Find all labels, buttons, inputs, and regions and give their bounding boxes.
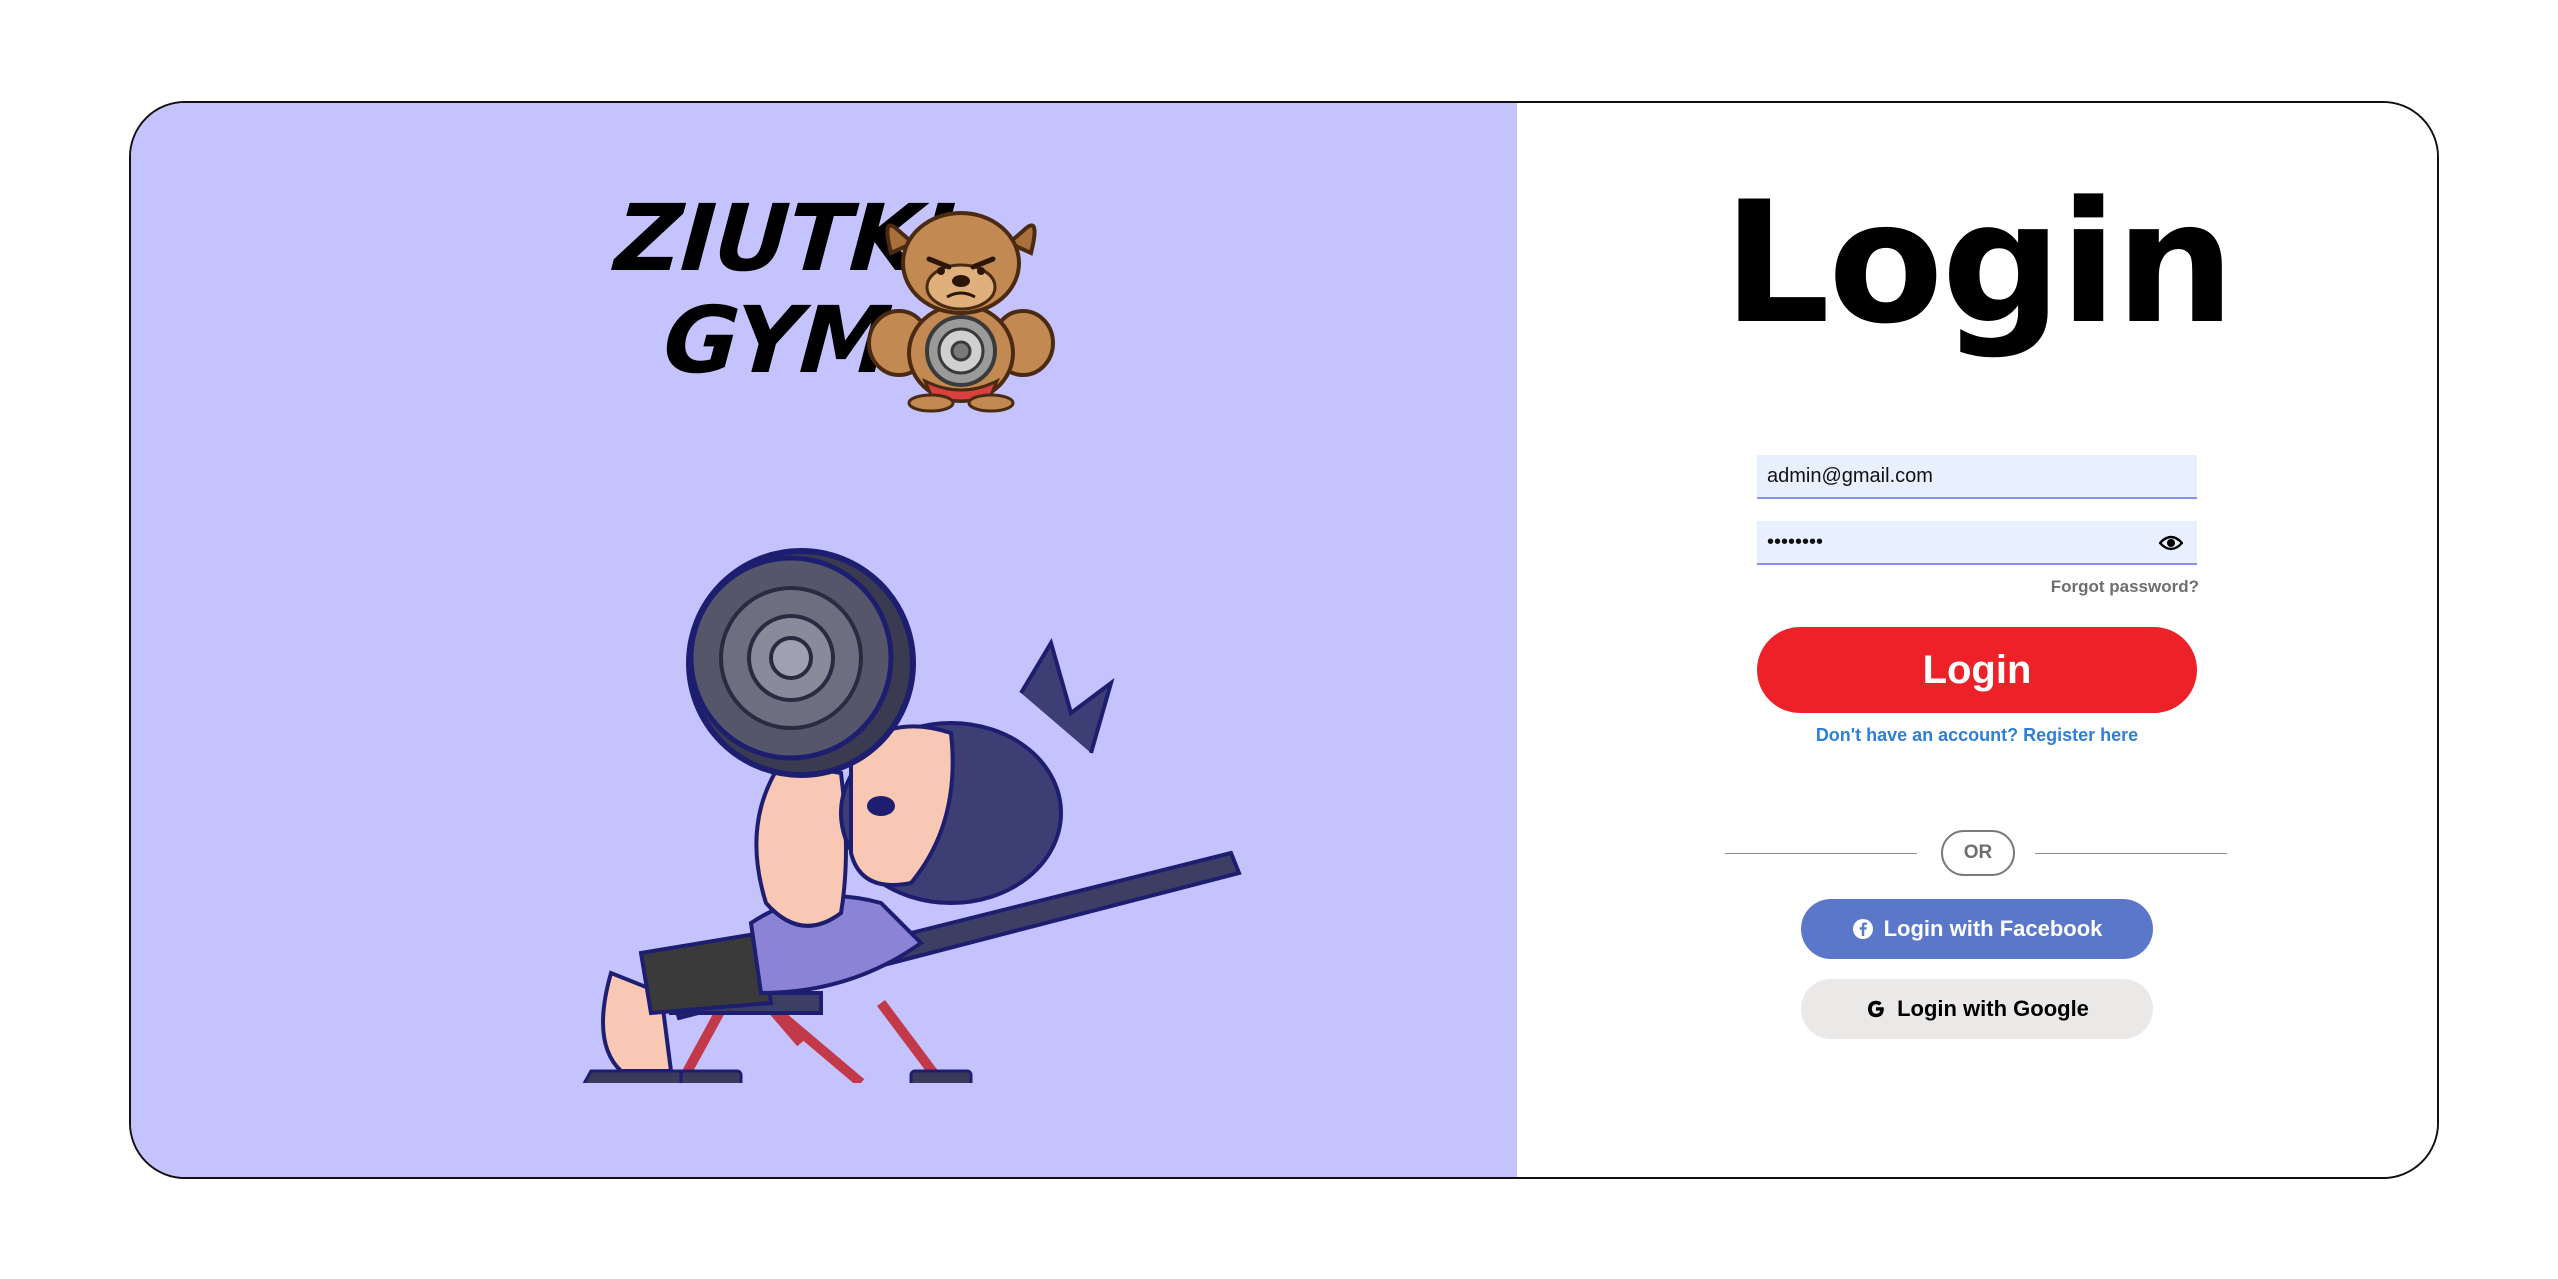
facebook-login-label: Login with Facebook bbox=[1883, 916, 2103, 941]
google-icon bbox=[1865, 998, 1887, 1020]
forgot-password-link[interactable]: Forgot password? bbox=[1957, 577, 2199, 597]
bench-press-illustration bbox=[582, 548, 1242, 1083]
login-panel: Login Forgot password? Login Don't have … bbox=[1517, 103, 2437, 1177]
divider-line-left bbox=[1725, 853, 1917, 854]
login-card: ZIUTKI GYM Login admin@gmail.com •••••••… bbox=[129, 101, 2439, 1179]
password-field[interactable] bbox=[1757, 521, 2197, 565]
google-login-button[interactable]: Login with Google bbox=[1801, 979, 2153, 1039]
divider-line-right bbox=[2035, 853, 2227, 854]
google-login-label: Login with Google bbox=[1897, 996, 2089, 1021]
email-field[interactable] bbox=[1757, 455, 2197, 499]
register-link[interactable]: Don't have an account? Register here bbox=[1657, 725, 2297, 746]
login-button[interactable]: Login bbox=[1757, 627, 2197, 713]
or-divider: OR bbox=[1941, 830, 2015, 876]
facebook-icon bbox=[1852, 918, 1874, 940]
eye-icon[interactable] bbox=[2157, 531, 2185, 555]
brand-panel: ZIUTKI GYM bbox=[131, 103, 1517, 1177]
facebook-login-button[interactable]: Login with Facebook bbox=[1801, 899, 2153, 959]
bulldog-mascot-illustration bbox=[867, 211, 1055, 413]
login-title: Login bbox=[1723, 165, 2235, 361]
